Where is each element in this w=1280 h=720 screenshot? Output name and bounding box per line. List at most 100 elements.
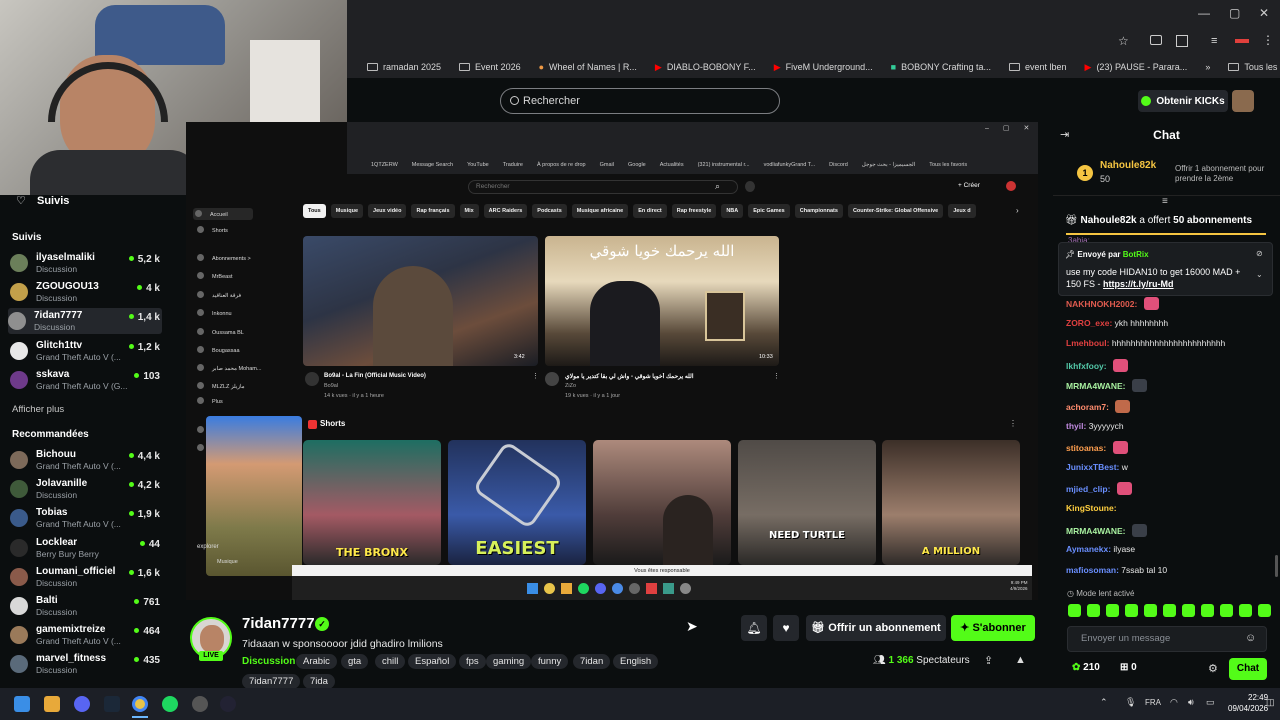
search-input[interactable]: Rechercher bbox=[500, 88, 780, 114]
chat-username[interactable]: mafiosoman: bbox=[1066, 565, 1119, 575]
emote-icon[interactable] bbox=[1106, 604, 1119, 617]
stream-category[interactable]: Discussion bbox=[242, 656, 295, 667]
emote-icon[interactable] bbox=[1239, 604, 1252, 617]
following-header[interactable]: Suivis bbox=[37, 195, 69, 207]
playlist-icon[interactable]: ≡ bbox=[1211, 35, 1217, 47]
bookmark-item[interactable]: ▶ FiveM Underground... bbox=[774, 62, 873, 73]
obs-icon[interactable] bbox=[192, 696, 208, 712]
notification-icon[interactable]: ◫ bbox=[1266, 697, 1275, 708]
report-icon[interactable]: ▲ bbox=[1015, 654, 1026, 666]
emote-icon[interactable] bbox=[1258, 604, 1271, 617]
chat-username[interactable]: MRMA4WANE: bbox=[1066, 381, 1126, 391]
tray-chevron-icon[interactable]: ⌃ bbox=[1100, 697, 1108, 708]
stream-tag[interactable]: Arabic bbox=[296, 654, 337, 669]
show-more-link[interactable]: Afficher plus bbox=[12, 404, 64, 415]
bookmark-item[interactable]: ▶ (23) PAUSE - Parara... bbox=[1085, 62, 1188, 73]
wifi-icon[interactable]: ◠ bbox=[1170, 697, 1178, 708]
streamer-name[interactable]: 7idan7777 bbox=[242, 615, 315, 632]
emote-icon[interactable] bbox=[1220, 604, 1233, 617]
store-items[interactable]: ⊞ 0 bbox=[1120, 662, 1137, 673]
stream-tag[interactable]: funny bbox=[531, 654, 569, 669]
stream-tag[interactable]: 7ida bbox=[303, 674, 335, 689]
chat-settings-icon[interactable]: ⚙ bbox=[1208, 662, 1218, 675]
chat-scrollbar[interactable] bbox=[1275, 555, 1278, 577]
sidebar-channel-item[interactable]: ZGOUGOU13 Discussion 4 k bbox=[10, 279, 162, 305]
puzzle-icon[interactable] bbox=[1176, 35, 1188, 47]
sidebar-channel-item[interactable]: Balti Discussion 761 bbox=[10, 593, 162, 619]
emote-icon[interactable] bbox=[1182, 604, 1195, 617]
discord-icon[interactable] bbox=[74, 696, 90, 712]
file-explorer-icon[interactable] bbox=[44, 696, 60, 712]
stream-tag[interactable]: Español bbox=[408, 654, 457, 669]
sidebar-channel-item[interactable]: marvel_fitness Discussion 435 bbox=[10, 651, 162, 677]
minimize-icon[interactable]: — bbox=[1198, 6, 1210, 20]
get-kicks-button[interactable]: Obtenir KICKs bbox=[1138, 90, 1228, 112]
emote-icon[interactable] bbox=[1201, 604, 1214, 617]
chat-username[interactable]: Lmehboul: bbox=[1066, 338, 1109, 348]
spotify-icon[interactable] bbox=[162, 696, 178, 712]
gift-subscription-button[interactable]: 🎁︎ Offrir un abonnement bbox=[806, 615, 946, 641]
sidebar-channel-item[interactable]: Tobias Grand Theft Auto V (... 1,9 k bbox=[10, 505, 162, 531]
chat-username[interactable]: thyil: bbox=[1066, 421, 1086, 431]
sidebar-channel-item[interactable]: 7idan7777 Discussion 1,4 k bbox=[8, 308, 162, 335]
emoji-icon[interactable]: ☺ bbox=[1245, 632, 1256, 644]
emote-icon[interactable] bbox=[1125, 604, 1138, 617]
stream-tag[interactable]: 7idan7777 bbox=[242, 674, 301, 689]
chat-username[interactable]: lkhfxfooy: bbox=[1066, 361, 1107, 371]
emote-icon[interactable] bbox=[1163, 604, 1176, 617]
follow-heart-button[interactable]: ♥ bbox=[773, 615, 799, 641]
stream-tag[interactable]: gta bbox=[341, 654, 369, 669]
stream-tag[interactable]: chill bbox=[375, 654, 406, 669]
share-icon[interactable]: ⇪ bbox=[984, 654, 993, 667]
bookmark-item[interactable]: ramadan 2025 bbox=[367, 62, 441, 72]
chat-username[interactable]: Aymanekx: bbox=[1066, 544, 1111, 554]
chat-username[interactable]: NAKHNOKH2002: bbox=[1066, 299, 1137, 309]
close-icon[interactable]: ✕ bbox=[1259, 6, 1269, 20]
chat-username[interactable]: KingStoune: bbox=[1066, 503, 1117, 513]
stream-tag[interactable]: English bbox=[613, 654, 659, 669]
sidebar-channel-item[interactable]: Glitch1ttv Grand Theft Auto V (... 1,2 k bbox=[10, 338, 162, 364]
chevron-down-icon[interactable]: ⌄ bbox=[1256, 270, 1263, 279]
chat-username[interactable]: stitoanas: bbox=[1066, 443, 1106, 453]
chat-username[interactable]: MRMA4WANE: bbox=[1066, 526, 1126, 536]
sidebar-channel-item[interactable]: gamemixtreize Grand Theft Auto V (... 464 bbox=[10, 622, 162, 648]
microphone-icon[interactable]: 🎙︎ bbox=[1125, 697, 1136, 708]
emote-icon[interactable] bbox=[1144, 604, 1157, 617]
emote-icon[interactable] bbox=[1087, 604, 1100, 617]
bookmark-overflow-icon[interactable]: » bbox=[1205, 62, 1210, 72]
avatar[interactable] bbox=[1232, 90, 1254, 112]
sidebar-channel-item[interactable]: Jolavanille Discussion 4,2 k bbox=[10, 476, 162, 502]
stream-tag[interactable]: gaming bbox=[486, 654, 532, 669]
stream-tag[interactable]: 7idan bbox=[573, 654, 611, 669]
menu-icon[interactable]: ⋮ bbox=[1262, 33, 1274, 47]
windows-start-icon[interactable] bbox=[14, 696, 30, 712]
stream-tag[interactable]: fps bbox=[459, 654, 486, 669]
unpin-icon[interactable]: ⊘ bbox=[1256, 249, 1263, 258]
chat-username[interactable]: mjied_clip: bbox=[1066, 484, 1110, 494]
bookmark-item[interactable]: event lben bbox=[1008, 62, 1067, 72]
expand-icon[interactable]: ≡ bbox=[1162, 196, 1168, 207]
sidebar-channel-item[interactable]: ilyaselmaliki Discussion 5,2 k bbox=[10, 250, 162, 276]
bookmark-item[interactable]: Event 2026 bbox=[459, 62, 521, 72]
emote-icon[interactable] bbox=[1068, 604, 1081, 617]
subscribe-button[interactable]: ✦ S'abonner bbox=[951, 615, 1035, 641]
steam-icon[interactable] bbox=[104, 696, 120, 712]
all-bookmarks[interactable]: Tous les favoris bbox=[1228, 62, 1280, 72]
chat-send-button[interactable]: Chat bbox=[1229, 658, 1267, 680]
star-icon[interactable]: ☆ bbox=[1118, 34, 1129, 48]
extension-icon[interactable] bbox=[1150, 35, 1162, 45]
chat-username[interactable]: achoram7: bbox=[1066, 402, 1109, 412]
app-icon[interactable] bbox=[220, 696, 236, 712]
language-indicator[interactable]: FRA bbox=[1145, 698, 1161, 707]
notification-bell-button[interactable]: 🔔︎ bbox=[741, 615, 767, 641]
sidebar-channel-item[interactable]: Loumani_officiel Discussion 1,6 k bbox=[10, 564, 162, 590]
chat-message-input[interactable]: Envoyer un message bbox=[1067, 626, 1267, 652]
chat-username[interactable]: JunixxTBest: bbox=[1066, 462, 1119, 472]
maximize-icon[interactable]: ▢ bbox=[1229, 6, 1240, 20]
chat-username[interactable]: ZORO_exe: bbox=[1066, 318, 1112, 328]
chrome-icon[interactable] bbox=[132, 696, 148, 712]
bookmark-item[interactable]: ● Wheel of Names | R... bbox=[539, 62, 637, 72]
volume-icon[interactable]: 🔊︎ bbox=[1188, 697, 1194, 708]
bookmark-item[interactable]: ■ BOBONY Crafting ta... bbox=[891, 62, 991, 72]
taskbar-clock[interactable]: 22:49 09/04/2026 bbox=[1228, 692, 1268, 714]
